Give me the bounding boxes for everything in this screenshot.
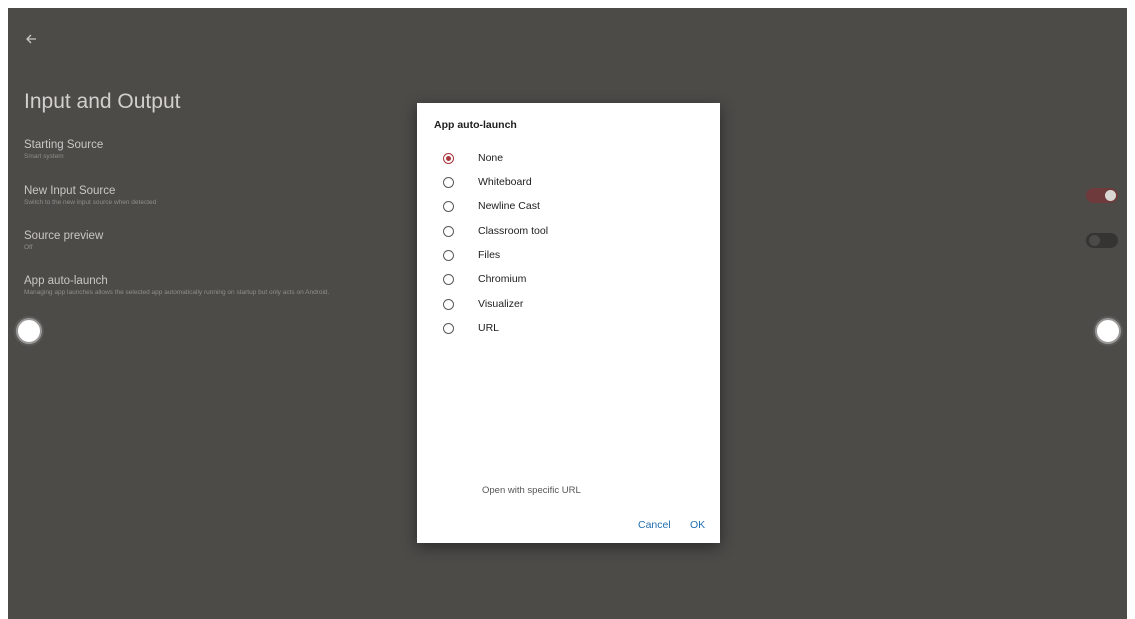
source-preview-toggle[interactable] — [1086, 233, 1118, 248]
new-input-source-toggle[interactable] — [1086, 188, 1118, 203]
ok-button[interactable]: OK — [690, 519, 705, 531]
radio-button[interactable] — [443, 323, 454, 334]
setting-title: Source preview — [24, 230, 104, 242]
dialog-title: App auto-launch — [434, 119, 517, 131]
setting-subtitle: Managing app launches allows the selecte… — [24, 289, 330, 296]
left-floating-handle[interactable] — [16, 318, 42, 344]
option-visualizer[interactable]: Visualizer — [439, 295, 699, 315]
option-label: URL — [478, 322, 500, 334]
option-files[interactable]: Files — [439, 246, 699, 266]
toggle-knob — [1089, 235, 1100, 246]
back-button[interactable] — [24, 32, 42, 50]
cancel-button[interactable]: Cancel — [638, 519, 671, 531]
setting-subtitle: Switch to the new input source when dete… — [24, 199, 157, 206]
option-label: Classroom tool — [478, 225, 549, 237]
arrow-left-icon — [26, 34, 36, 44]
option-label: Chromium — [478, 273, 527, 285]
setting-new-input-source[interactable]: New Input Source Switch to the new input… — [24, 184, 156, 207]
radio-button[interactable] — [443, 250, 454, 261]
app-auto-launch-dialog: App auto-launch None Whiteboard Newline … — [417, 103, 720, 543]
page-title: Input and Output — [24, 90, 181, 113]
radio-button[interactable] — [443, 201, 454, 212]
setting-title: New Input Source — [24, 185, 116, 197]
option-label: Files — [478, 249, 501, 261]
setting-subtitle: Off — [24, 244, 33, 251]
url-hint: Open with specific URL — [482, 485, 581, 496]
option-url[interactable]: URL — [439, 319, 699, 339]
option-label: Visualizer — [478, 298, 524, 310]
setting-title: Starting Source — [24, 139, 104, 151]
option-label: None — [478, 152, 504, 164]
option-classroom-tool[interactable]: Classroom tool — [439, 222, 699, 242]
setting-app-auto-launch[interactable]: App auto-launch Managing app launches al… — [24, 274, 329, 297]
radio-button[interactable] — [443, 226, 454, 237]
radio-button[interactable] — [443, 177, 454, 188]
option-whiteboard[interactable]: Whiteboard — [439, 173, 699, 193]
setting-source-preview[interactable]: Source preview Off — [24, 229, 103, 252]
setting-starting-source[interactable]: Starting Source Smart system — [24, 138, 103, 161]
toggle-knob — [1105, 190, 1116, 201]
option-label: Newline Cast — [478, 200, 540, 212]
setting-subtitle: Smart system — [24, 153, 64, 160]
radio-button-selected[interactable] — [443, 153, 454, 164]
setting-title: App auto-launch — [24, 275, 108, 287]
option-chromium[interactable]: Chromium — [439, 270, 699, 290]
radio-button[interactable] — [443, 274, 454, 285]
right-floating-handle[interactable] — [1095, 318, 1121, 344]
option-label: Whiteboard — [478, 176, 532, 188]
option-newline-cast[interactable]: Newline Cast — [439, 197, 699, 217]
option-none[interactable]: None — [439, 149, 699, 169]
radio-button[interactable] — [443, 299, 454, 310]
